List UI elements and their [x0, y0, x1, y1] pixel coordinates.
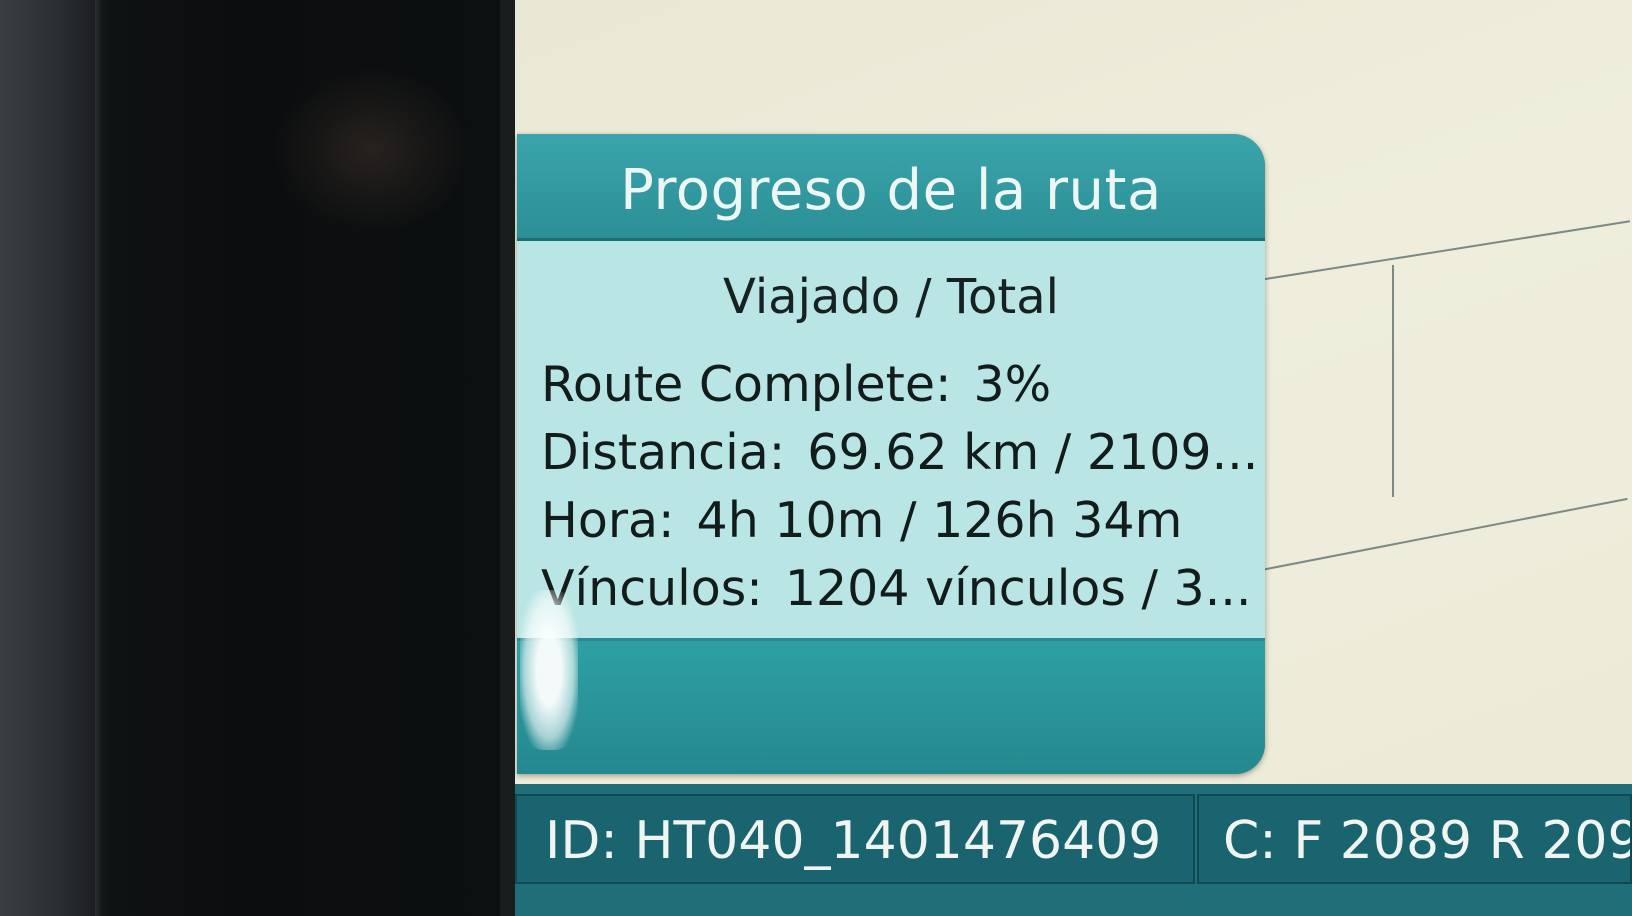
stat-value: 69.62 km / 2109... [807, 424, 1259, 481]
panel-title: Progreso de la ruta [620, 157, 1162, 223]
stat-row-links: Vínculos: 1204 vínculos / 3... [541, 555, 1251, 623]
status-id: ID: HT040_1401476409 [515, 794, 1195, 884]
stat-row-time: Hora: 4h 10m / 126h 34m [541, 487, 1241, 555]
panel-footer[interactable] [517, 641, 1265, 774]
map-road-line [1215, 220, 1631, 288]
stat-value: 3% [973, 356, 1052, 413]
route-progress-panel: Progreso de la ruta Viajado / Total Rout… [517, 134, 1265, 774]
map-road-line [1392, 265, 1394, 497]
bezel-edge [95, 0, 103, 916]
panel-subtitle: Viajado / Total [723, 269, 1059, 325]
status-bar: ID: HT040_1401476409 C: F 2089 R 2090 [515, 784, 1632, 916]
panel-body: Viajado / Total Route Complete: 3% Dista… [517, 241, 1265, 641]
photo-frame: Progreso de la ruta Viajado / Total Rout… [0, 0, 1632, 916]
stat-row-distance: Distancia: 69.62 km / 2109... [541, 419, 1258, 487]
status-counters: C: F 2089 R 2090 [1197, 794, 1632, 884]
map-road-line [1215, 497, 1628, 580]
stat-value: 4h 10m / 126h 34m [696, 492, 1183, 549]
monitor-bezel [0, 0, 515, 916]
stat-value: 1204 vínculos / 3... [784, 560, 1252, 617]
bezel-inner-edge [500, 0, 516, 916]
stat-label: Distancia: [541, 424, 786, 481]
panel-header: Progreso de la ruta [517, 134, 1265, 241]
stat-label: Hora: [541, 492, 675, 549]
stat-label: Route Complete: [541, 356, 952, 413]
screen-glare [520, 590, 578, 750]
display-screen: Progreso de la ruta Viajado / Total Rout… [515, 0, 1632, 916]
stat-row-route-complete: Route Complete: 3% [541, 351, 1241, 419]
